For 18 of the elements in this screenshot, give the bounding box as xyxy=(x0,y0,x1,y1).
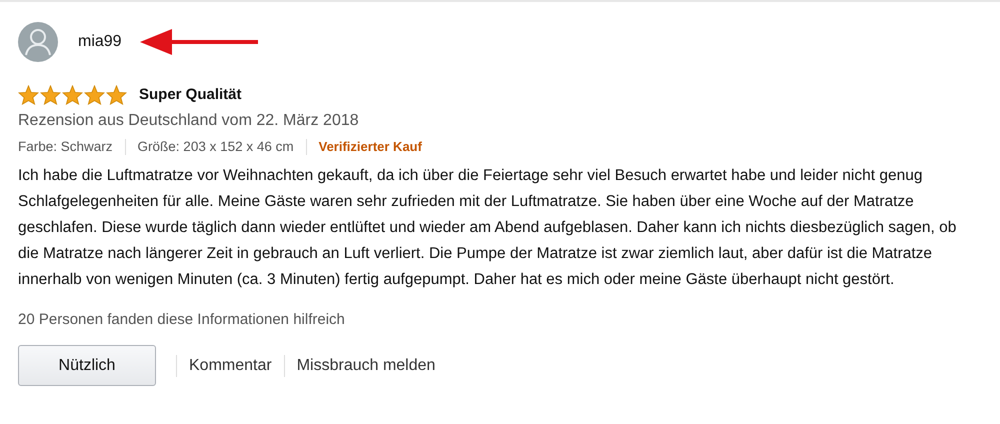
helpful-count: 20 Personen fanden diese Informationen hilfreich xyxy=(18,310,346,330)
product-attribute: Farbe: Schwarz xyxy=(18,138,113,156)
review-date: Rezension aus Deutschland vom 22. März 2018 xyxy=(18,110,360,130)
avatar-icon xyxy=(18,22,58,62)
verified-purchase-label: Verifizierter Kauf xyxy=(318,138,422,156)
star-icon xyxy=(40,85,61,106)
report-link[interactable]: Missbrauch melden xyxy=(296,354,436,378)
product-attribute: Größe: 203 x 152 x 46 cm xyxy=(138,138,294,156)
star-icon xyxy=(106,85,127,106)
star-icon xyxy=(84,85,105,106)
star-icon xyxy=(18,85,39,106)
star-icon xyxy=(62,85,83,106)
helpful-button[interactable]: Nützlich xyxy=(18,345,156,386)
pointer-arrow-icon xyxy=(140,27,260,57)
review-text: Ich habe die Luftmatratze vor Weihnachten gekauft, da ich über die Feiertage sehr viel Besuch erwartet habe und leider nicht genug Schlafgelegenheiten für alle. Meine Gäste waren sehr zufrieden mit der Luftmatratze. Sie haben über eine Woche auf der Matratze geschlafen. Diese wurde täglich dann wieder entlüftet und wieder am Abend aufgeblasen. Daher kann ich nichts diesbezüglich sagen, ob die Matratze nach längerer Zeit in gebrauch an Luft verliert. Die Pumpe der Matratze ist zwar ziemlich laut, aber dafür ist die Matratze innerhalb von wenigen Minuten (ca. 3 Minuten) fertig aufgepumpt. Daher hat es mich oder meine Gäste überhaupt nicht gestört. xyxy=(18,166,958,290)
review-title: Super Qualität xyxy=(139,85,242,105)
username: mia99 xyxy=(78,32,122,52)
comment-link[interactable]: Kommentar xyxy=(189,354,272,378)
